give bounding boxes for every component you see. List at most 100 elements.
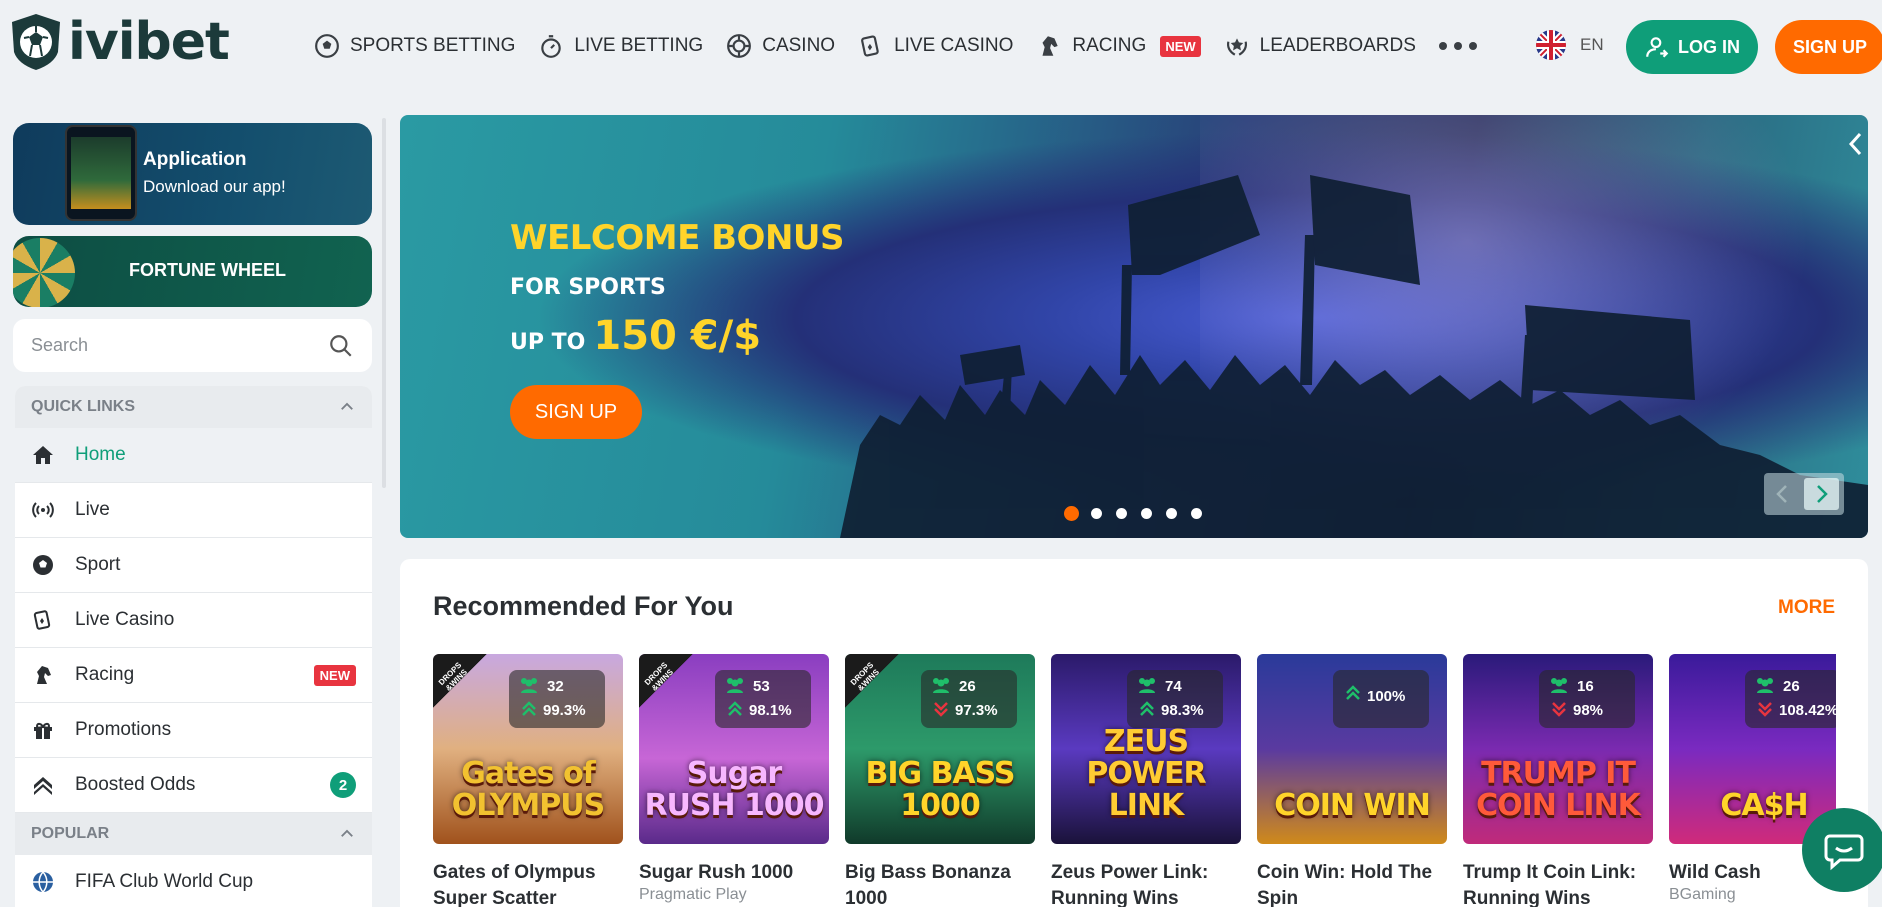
carousel-dot[interactable] <box>1141 508 1152 519</box>
player-count: 53 <box>753 678 770 695</box>
game-card[interactable]: DROPS &WINS BIG BASS 1000 26 97.3% Big Bass B… <box>845 654 1035 907</box>
rtp-trend-up-icon <box>1346 685 1360 700</box>
carousel-next-button[interactable] <box>1804 478 1839 510</box>
language-selector[interactable]: EN <box>1536 30 1604 60</box>
sidebar-item-label: Racing <box>75 664 135 685</box>
welcome-bonus-banner[interactable]: WELCOME BONUS FOR SPORTS UP TO 150 €/$ S… <box>400 115 1868 538</box>
nav-live-casino[interactable]: LIVE CASINO <box>858 33 1013 59</box>
game-card[interactable]: DROPS &WINS Sugar RUSH 1000 53 98.1% Sugar Ru… <box>639 654 829 904</box>
sidebar-item-live[interactable]: Live <box>15 483 372 538</box>
rtp-stats-badge: 74 98.3% <box>1127 670 1223 728</box>
game-card[interactable]: ZEUS POWER LINK 74 98.3% Zeus Power Link: R… <box>1051 654 1241 907</box>
sidebar-item-sport[interactable]: Sport <box>15 538 372 593</box>
rtp-stats-badge: 100% <box>1333 670 1429 728</box>
more-menu-icon[interactable] <box>1438 42 1477 50</box>
carousel-dot[interactable] <box>1091 508 1102 519</box>
app-promo-title: Application <box>143 149 247 170</box>
sidebar-item-live-casino[interactable]: Live Casino <box>15 593 372 648</box>
banner-upto: UP TO <box>510 330 586 355</box>
ivibet-logo[interactable]: ivibet <box>8 12 230 72</box>
game-title[interactable]: Big Bass Bonanza 1000 <box>845 860 1035 907</box>
rtp-value: 100% <box>1367 688 1406 705</box>
game-title[interactable]: Sugar Rush 1000 <box>639 860 829 886</box>
sidebar-scrollbar[interactable] <box>382 118 386 488</box>
app-download-promo[interactable]: Application Download our app! <box>13 123 372 225</box>
banner-title: WELCOME BONUS <box>510 218 845 258</box>
game-thumbnail[interactable]: COIN WIN 100% <box>1257 654 1447 844</box>
sidebar-item-home[interactable]: Home <box>15 428 372 483</box>
nav-live-betting[interactable]: LIVE BETTING <box>538 33 703 59</box>
game-logo-art: BIG BASS 1000 <box>865 756 1015 823</box>
soccer-ball-icon <box>315 34 339 58</box>
game-card[interactable]: COIN WIN 100% Coin Win: Hold The Spin <box>1257 654 1447 907</box>
sidebar-item-label: Sport <box>75 554 121 575</box>
popular-header[interactable]: POPULAR <box>15 813 372 855</box>
banner-amount: 150 €/$ <box>593 313 762 359</box>
nav-casino[interactable]: CASINO <box>726 33 835 59</box>
game-thumbnail[interactable]: DROPS &WINS Gates of OLYMPUS 32 99.3% <box>433 654 623 844</box>
player-count: 26 <box>959 678 976 695</box>
rtp-value: 99.3% <box>543 702 586 719</box>
game-title[interactable]: Gates of Olympus Super Scatter <box>433 860 623 907</box>
players-icon <box>1139 678 1155 693</box>
drops-wins-badge: DROPS &WINS <box>845 654 899 708</box>
section-title: POPULAR <box>31 825 110 842</box>
game-title[interactable]: Coin Win: Hold The Spin <box>1257 860 1447 907</box>
sidebar-item-label: FIFA Club World Cup <box>75 871 254 892</box>
nav-racing[interactable]: RACING NEW <box>1036 33 1201 59</box>
game-title[interactable]: Zeus Power Link: Running Wins <box>1051 860 1241 907</box>
players-icon <box>1757 678 1773 693</box>
login-button[interactable]: LOG IN <box>1626 20 1758 74</box>
player-count: 74 <box>1165 678 1182 695</box>
game-thumbnail[interactable]: ZEUS POWER LINK 74 98.3% <box>1051 654 1241 844</box>
game-thumbnail[interactable]: TRUMP IT COIN LINK 16 98% <box>1463 654 1653 844</box>
chevron-up-icon <box>341 829 353 837</box>
game-card[interactable]: TRUMP IT COIN LINK 16 98% Trump It Coin Lin… <box>1463 654 1653 907</box>
game-thumbnail[interactable]: DROPS &WINS BIG BASS 1000 26 97.3% <box>845 654 1035 844</box>
signup-button[interactable]: SIGN UP <box>1775 20 1882 74</box>
fortune-wheel-promo[interactable]: FORTUNE WHEEL <box>13 236 372 307</box>
user-login-icon <box>1646 37 1669 58</box>
new-badge: NEW <box>1160 35 1201 57</box>
collapse-chevron-icon[interactable] <box>1846 131 1866 157</box>
nav-sports-betting[interactable]: SPORTS BETTING <box>314 33 515 59</box>
banner-signup-button[interactable]: SIGN UP <box>510 385 642 439</box>
rtp-trend-down-icon <box>1758 702 1772 717</box>
sidebar-item-label: Boosted Odds <box>75 774 196 795</box>
players-icon <box>933 678 949 693</box>
game-card[interactable]: DROPS &WINS Gates of OLYMPUS 32 99.3% Gates o… <box>433 654 623 907</box>
game-thumbnail[interactable]: CA$H 26 108.42% <box>1669 654 1836 844</box>
carousel-prev-button[interactable] <box>1764 473 1799 515</box>
carousel-dot[interactable] <box>1064 506 1079 521</box>
search-input[interactable] <box>31 335 328 356</box>
search-icon[interactable] <box>328 333 354 359</box>
players-icon <box>521 678 537 693</box>
quick-links-header[interactable]: QUICK LINKS <box>15 386 372 428</box>
carousel-dot[interactable] <box>1191 508 1202 519</box>
chevron-right-icon <box>1816 485 1828 503</box>
carousel-dot[interactable] <box>1166 508 1177 519</box>
sidebar-item-label: Promotions <box>75 719 172 740</box>
game-thumbnail[interactable]: DROPS &WINS Sugar RUSH 1000 53 98.1% <box>639 654 829 844</box>
sidebar-item-boosted-odds[interactable]: Boosted Odds 2 <box>15 758 372 813</box>
rtp-trend-up-icon <box>522 701 536 716</box>
game-provider: Pragmatic Play <box>639 886 747 903</box>
rtp-stats-badge: 26 97.3% <box>921 670 1017 728</box>
sidebar-item-racing[interactable]: Racing NEW <box>15 648 372 703</box>
game-title[interactable]: Trump It Coin Link: Running Wins <box>1463 860 1653 907</box>
count-badge: 2 <box>330 772 356 798</box>
sidebar-item-promotions[interactable]: Promotions <box>15 703 372 758</box>
stopwatch-icon <box>541 35 562 58</box>
live-chat-button[interactable] <box>1802 808 1882 892</box>
more-link[interactable]: MORE <box>1778 597 1835 619</box>
nav-leaderboards[interactable]: LEADERBOARDS <box>1224 33 1416 59</box>
players-icon <box>727 678 743 693</box>
cards-icon <box>33 610 51 630</box>
sidebar-item-fifa-club-world-cup[interactable]: FIFA Club World Cup <box>15 855 372 907</box>
soccer-ball-icon <box>33 555 53 575</box>
drops-wins-badge: DROPS &WINS <box>433 654 487 708</box>
rtp-value: 98% <box>1573 702 1604 719</box>
banner-subtitle: FOR SPORTS <box>510 275 666 300</box>
game-logo-art: CA$H <box>1720 788 1808 823</box>
carousel-dot[interactable] <box>1116 508 1127 519</box>
